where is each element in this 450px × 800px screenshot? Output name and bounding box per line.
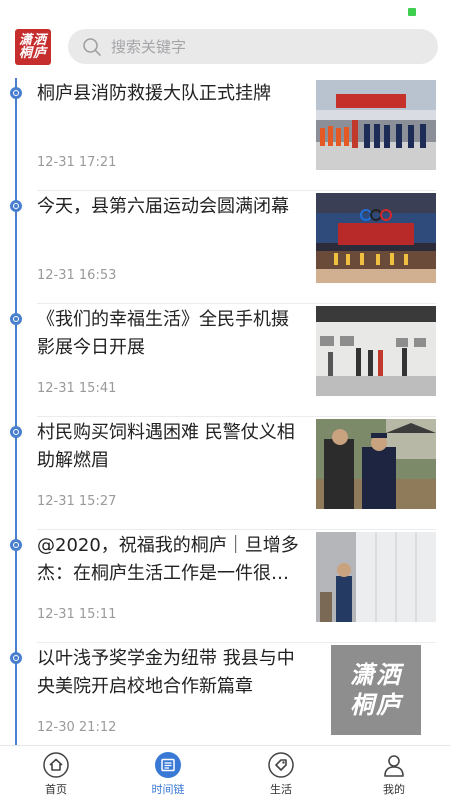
timeline-dot [10, 426, 22, 438]
news-item[interactable]: 村民购买饲料遇困难 民警仗义相助解燃眉 12-31 15:27 [0, 417, 450, 530]
tag-icon [268, 752, 294, 778]
news-thumbnail[interactable]: 潇洒桐庐 [331, 645, 421, 735]
news-title[interactable]: 桐庐县消防救援大队正式挂牌 [37, 80, 302, 108]
news-time: 12-31 17:21 [37, 155, 117, 170]
app-logo[interactable]: 潇洒桐庐 [15, 29, 51, 65]
header: 潇洒桐庐 搜索关键字 [0, 28, 450, 68]
tab-label: 我的 [383, 783, 405, 796]
newspaper-icon [155, 752, 181, 778]
tab-label: 时间链 [151, 783, 185, 796]
search-icon [83, 37, 101, 56]
news-time: 12-31 15:41 [37, 381, 117, 396]
tab-timeline[interactable]: 时间链 [128, 752, 208, 800]
news-item[interactable]: 桐庐县消防救援大队正式挂牌 12-31 17:21 [0, 78, 450, 191]
tab-life[interactable]: 生活 [241, 752, 321, 800]
tab-label: 生活 [270, 783, 292, 796]
placeholder-logo-text: 潇洒桐庐 [350, 661, 402, 719]
news-time: 12-31 15:27 [37, 494, 117, 509]
timeline-dot [10, 313, 22, 325]
news-title[interactable]: 今天，县第六届运动会圆满闭幕 [37, 193, 302, 221]
news-item[interactable]: 《我们的幸福生活》全民手机摄影展今日开展 12-31 15:41 [0, 304, 450, 417]
news-item[interactable]: 今天，县第六届运动会圆满闭幕 12-31 16:53 [0, 191, 450, 304]
search-placeholder: 搜索关键字 [111, 38, 187, 56]
search-bar[interactable]: 搜索关键字 [68, 29, 438, 64]
status-indicator [408, 8, 416, 16]
sports-ceremony-image [316, 193, 436, 283]
police-image [316, 419, 436, 509]
timeline-dot [10, 539, 22, 551]
news-title[interactable]: 村民购买饲料遇困难 民警仗义相助解燃眉 [37, 419, 302, 475]
news-time: 12-30 21:12 [37, 720, 117, 735]
bottom-tab-bar: 首页 时间链 生活 我的 [0, 745, 450, 800]
timeline-dot [10, 200, 22, 212]
news-thumbnail[interactable] [316, 80, 436, 170]
tab-home[interactable]: 首页 [16, 752, 96, 800]
news-item[interactable]: 以叶浅予奖学金为纽带 我县与中央美院开启校地合作新篇章 12-30 21:12 … [0, 643, 450, 756]
news-title[interactable]: 《我们的幸福生活》全民手机摄影展今日开展 [37, 306, 302, 362]
tab-profile[interactable]: 我的 [354, 752, 434, 800]
home-icon [43, 752, 69, 778]
news-title[interactable]: 以叶浅予奖学金为纽带 我县与中央美院开启校地合作新篇章 [37, 645, 302, 701]
news-thumbnail[interactable] [316, 419, 436, 509]
news-thumbnail[interactable] [316, 193, 436, 283]
news-thumbnail[interactable] [316, 306, 436, 396]
tab-label: 首页 [45, 783, 67, 796]
timeline-dot [10, 652, 22, 664]
news-time: 12-31 16:53 [37, 268, 117, 283]
news-thumbnail[interactable] [316, 532, 436, 622]
news-item[interactable]: @2020，祝福我的桐庐｜旦增多杰：在桐庐生活工作是一件很… 12-31 15:… [0, 530, 450, 643]
fire-brigade-image [316, 80, 436, 170]
news-title[interactable]: @2020，祝福我的桐庐｜旦增多杰：在桐庐生活工作是一件很… [37, 532, 302, 588]
worker-image [316, 532, 436, 622]
timeline-dot [10, 87, 22, 99]
user-icon [384, 755, 404, 777]
exhibition-image [316, 306, 436, 396]
news-time: 12-31 15:11 [37, 607, 117, 622]
